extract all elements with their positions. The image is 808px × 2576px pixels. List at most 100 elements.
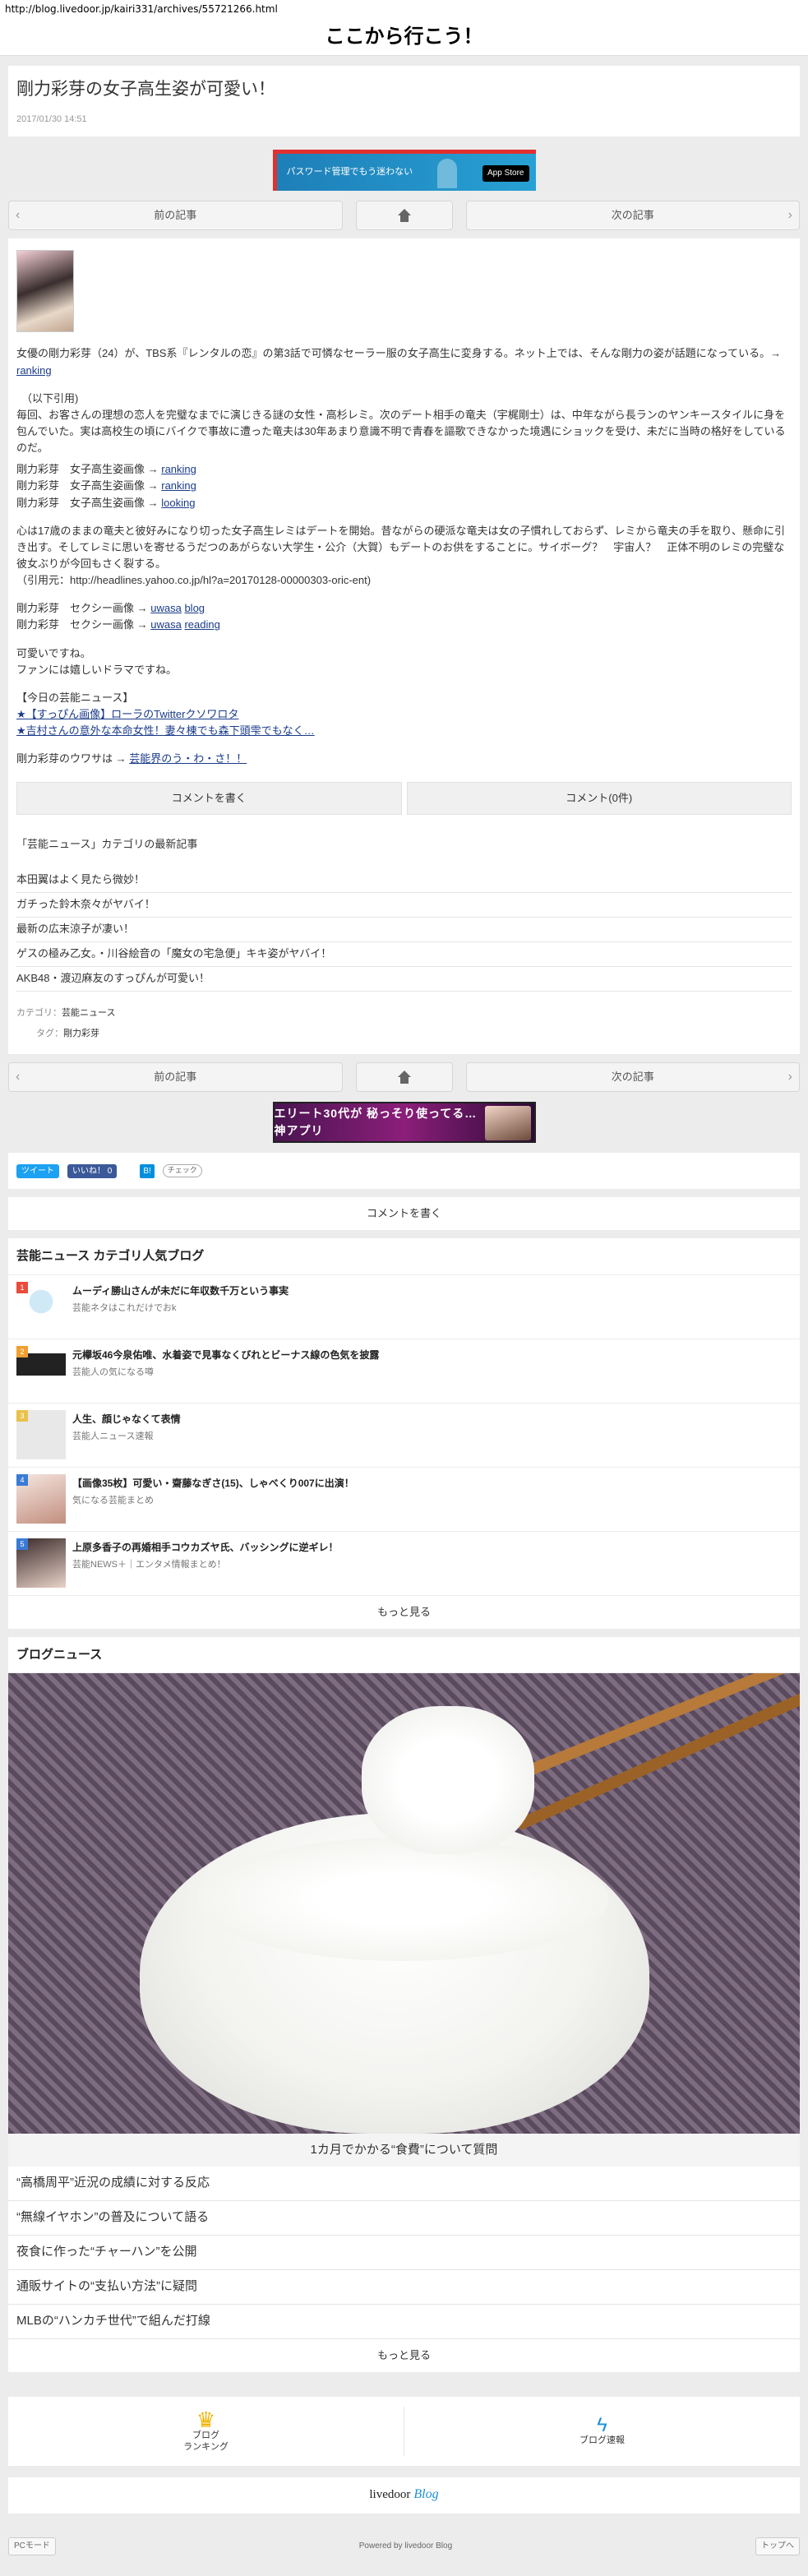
sexy-link[interactable]: blog	[184, 602, 205, 614]
home-button[interactable]	[355, 201, 453, 231]
news-caption[interactable]: 1カ月でかかる“食費”について質問	[8, 2133, 800, 2167]
closing-line: 可愛いですね。	[16, 646, 91, 659]
tweet-button[interactable]: ツイート	[16, 1163, 59, 1179]
today-heading: 【今日の芸能ニュース】	[16, 691, 134, 704]
post-date: 2017/01/30 14:51	[16, 114, 87, 125]
rank-item[interactable]: 1 ムーディ勝山さんが未だに年収数千万という事実 芸能ネタはこれだけでおk	[8, 1275, 800, 1339]
next-post-button[interactable]: 次の記事 ›	[465, 1062, 800, 1093]
image-link[interactable]: ranking	[161, 463, 196, 475]
today-link[interactable]: ★吉村さんの意外な本命女性！妻々棟でも森下頭雫でもなく…	[16, 724, 315, 737]
blog-bulletin-link[interactable]: ϟ ブログ速報	[404, 2413, 800, 2447]
body-paragraph: 心は17歳のままの竜夫と彼好みになり切った女子高生レミはデートを開始。昔ながらの…	[16, 524, 785, 570]
rank-item[interactable]: 3 人生、顔じゃなくて表情 芸能人ニュース速報	[8, 1404, 800, 1468]
quote-open: （以下引用)	[21, 391, 79, 405]
game-banner[interactable]: エリート30代が 秘っそり使ってる… 神アプリ	[272, 1102, 536, 1144]
rumor-link[interactable]: 芸能界のう・わ・さ！！	[129, 752, 247, 765]
rank-item[interactable]: 2 元欅坂46今泉佑唯、水着姿で見事なくびれとビーナス線の色気を披露 芸能人の気に…	[8, 1339, 800, 1404]
sexy-link[interactable]: uwasa	[150, 618, 182, 631]
image-link[interactable]: looking	[161, 497, 195, 509]
bottom-bar: PCモード Powered by livedoor Blog トップへ	[0, 2517, 808, 2576]
news-list: “高橋周平”近況の成績に対する反応 “無線イヤホン”の普及について語る 夜食に作…	[8, 2167, 800, 2339]
rank-sub: 芸能ネタはこれだけでおk	[72, 1303, 177, 1314]
latest-item[interactable]: AKB48・渡辺麻友のすっぴんが可愛い！	[16, 967, 792, 992]
pager-top: ‹ 前の記事 次の記事 ›	[8, 201, 800, 231]
logo-text: Blog	[413, 2487, 439, 2502]
latest-list: 本田翼はよく見たら微妙！ ガチった鈴木奈々がヤバイ！ 最新の広末涼子が凄い！ ゲ…	[16, 868, 792, 992]
ranking-label: ブログ	[192, 2430, 219, 2441]
sexy-link[interactable]: uwasa	[150, 602, 182, 614]
write-comment-bar[interactable]: コメントを書く	[8, 1197, 800, 1231]
latest-item[interactable]: ゲスの極み乙女。・川谷絵音の「魔女の宅急便」キキ姿がヤバイ！	[16, 942, 792, 968]
post-header: 剛力彩芽の女子高生姿が可愛い！ 2017/01/30 14:51	[8, 66, 800, 137]
crown-icon: ♛	[196, 2407, 216, 2433]
article-body: 女優の剛力彩芽（24）が、TBS系『レンタルの恋』の第3話で可憐なセーラー服の女…	[8, 238, 800, 1055]
site-title[interactable]: ここから行こう！	[0, 18, 808, 56]
blog-ranking-link[interactable]: ♛ ブログ ランキング	[8, 2409, 404, 2453]
check-button[interactable]: チェック	[162, 1164, 202, 1178]
home-icon	[397, 209, 412, 223]
banner-photo	[484, 1106, 531, 1141]
game-banner-wrap: エリート30代が 秘っそり使ってる… 神アプリ	[0, 1102, 808, 1144]
news-item[interactable]: “高橋周平”近況の成績に対する反応	[8, 2167, 800, 2201]
latest-item[interactable]: ガチった鈴木奈々がヤバイ！	[16, 893, 792, 918]
news-item[interactable]: “無線イヤホン”の普及について語る	[8, 2201, 800, 2236]
comment-count-button[interactable]: コメント(0件)	[406, 782, 792, 816]
category-link[interactable]: 芸能ニュース	[62, 1008, 115, 1018]
blog-news: ブログニュース 1カ月でかかる“食費”について質問 “高橋周平”近況の成績に対す…	[8, 1636, 800, 2372]
tag-link[interactable]: 剛力彩芽	[63, 1029, 99, 1038]
news-more-button[interactable]: もっと見る	[8, 2338, 800, 2372]
livedoor-blog-logo[interactable]: livedoor Blog	[8, 2477, 800, 2514]
sexy-link[interactable]: reading	[184, 618, 219, 631]
news-photo[interactable]	[8, 1672, 800, 2134]
popular-heading: 芸能ニュース カテゴリ人気ブログ	[8, 1238, 800, 1275]
rank-item[interactable]: 4 【画像35枚】可愛い・齋藤なぎさ(15)、しゃべくり007に出演！ 気になる芸…	[8, 1468, 800, 1532]
rank-badge: 4	[16, 1473, 28, 1486]
next-post-button[interactable]: 次の記事 ›	[465, 201, 800, 231]
rank-item[interactable]: 5 上原多香子の再婚相手コウカズヤ氏、バッシングに逆ギレ！ 芸能NEWS＋｜エンタ…	[8, 1532, 800, 1596]
chevron-left-icon: ‹	[16, 1069, 21, 1084]
citation: （引用元：http://headlines.yahoo.co.jp/hl?a=2…	[16, 574, 372, 587]
prev-post-button[interactable]: ‹ 前の記事	[8, 201, 343, 231]
image-link[interactable]: ranking	[161, 479, 196, 492]
latest-heading: 「芸能ニュース」カテゴリの最新記事	[16, 838, 198, 851]
today-link[interactable]: ★【すっぴん画像】ローラのTwitterクソワロタ	[16, 708, 238, 720]
rumor-line: 剛力彩芽のウワサは → 芸能界のう・わ・さ！！	[16, 752, 247, 765]
article-thumbnail[interactable]	[16, 250, 74, 333]
quote-body: 毎回、お客さんの理想の恋人を完璧なまでに演じきる謎の女性・高杉レミ。次のデート相…	[16, 408, 786, 455]
category-label: カテゴリ：	[16, 1008, 62, 1019]
latest-item[interactable]: 最新の広末涼子が凄い！	[16, 918, 792, 942]
rank-title: 元欅坂46今泉佑唯、水着姿で見事なくびれとビーナス線の色気を披露	[72, 1348, 380, 1361]
rank-title: ムーディ勝山さんが未だに年収数千万という事実	[72, 1284, 289, 1297]
like-button[interactable]: いいね！ 0	[67, 1163, 118, 1179]
home-icon	[397, 1071, 412, 1085]
rank-sub: 芸能人の気になる噂	[72, 1367, 154, 1378]
news-item[interactable]: MLBの“ハンカチ世代”で組んだ打線	[8, 2305, 800, 2339]
pager-bottom: ‹ 前の記事 次の記事 ›	[8, 1062, 800, 1093]
rank-title: 【画像35枚】可愛い・齋藤なぎさ(15)、しゃべくり007に出演！	[72, 1477, 354, 1489]
lightning-icon: ϟ	[597, 2413, 607, 2436]
bulletin-label: ブログ速報	[579, 2435, 625, 2445]
closing-line: ファンには嬉しいドラマですね。	[16, 663, 178, 676]
hatena-bookmark-icon[interactable]: B!	[140, 1163, 155, 1179]
news-item[interactable]: 夜食に作った“チャーハン”を公開	[8, 2236, 800, 2270]
image-line: 剛力彩芽 女子高生姿画像 → ranking	[16, 463, 196, 476]
write-comment-button[interactable]: コメントを書く	[16, 782, 402, 816]
popular-more-button[interactable]: もっと見る	[8, 1595, 800, 1629]
news-item[interactable]: 通販サイトの“支払い方法”に疑問	[8, 2270, 800, 2305]
home-button[interactable]	[355, 1062, 453, 1093]
prev-post-button[interactable]: ‹ 前の記事	[8, 1062, 343, 1093]
latest-item[interactable]: 本田翼はよく見たら微妙！	[16, 868, 792, 893]
post-meta: カテゴリ：芸能ニュース タグ：剛力彩芽	[16, 1003, 792, 1044]
ranking-label: ランキング	[183, 2441, 229, 2452]
pc-mode-button[interactable]: PCモード	[8, 2537, 56, 2555]
rank-title: 人生、顔じゃなくて表情	[72, 1413, 181, 1425]
prev-label: 前の記事	[154, 209, 197, 222]
lead-link[interactable]: ranking	[16, 364, 52, 377]
powered-by: Powered by livedoor Blog	[358, 2541, 453, 2551]
sexy-line: 剛力彩芽 セクシー画像 → uwasa reading	[16, 618, 220, 631]
image-line: 剛力彩芽 女子高生姿画像 → ranking	[16, 479, 196, 493]
back-to-top-button[interactable]: トップへ	[755, 2537, 800, 2555]
lead-paragraph: 女優の剛力彩芽（24）が、TBS系『レンタルの恋』の第3話で可憐なセーラー服の女…	[16, 345, 792, 378]
app-banner[interactable]: パスワード管理でもう迷わない App Store	[272, 150, 536, 192]
share-bar: ツイート いいね！ 0 B! チェック	[8, 1153, 800, 1190]
